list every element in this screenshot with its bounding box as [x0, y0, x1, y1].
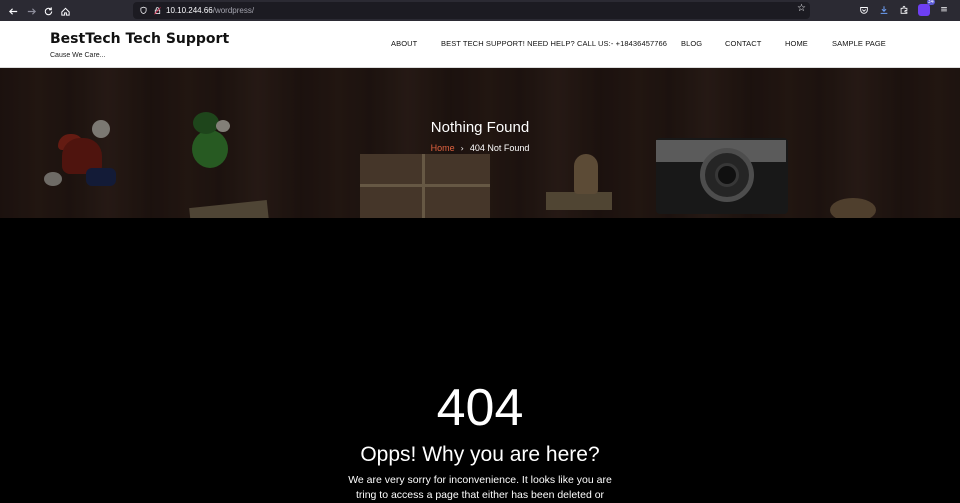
url-host: 10.10.244.66 [166, 6, 213, 15]
address-bar[interactable]: 10.10.244.66/wordpress/ ☆ [133, 2, 810, 19]
extensions-icon[interactable] [896, 2, 912, 18]
nav-item-blog[interactable]: BLOG [681, 39, 702, 48]
insecure-lock-icon[interactable] [150, 4, 164, 18]
nav-item-support-phone[interactable]: BEST TECH SUPPORT! NEED HELP? CALL US:- … [441, 39, 667, 48]
page-title: Nothing Found [430, 119, 530, 136]
browser-toolbar: 10.10.244.66/wordpress/ ☆ 34 ≡ [0, 0, 960, 21]
breadcrumb-current: 404 Not Found [469, 143, 530, 153]
error-heading: Opps! Why you are here? [360, 443, 600, 466]
nav-item-home[interactable]: HOME [785, 39, 808, 48]
site-tagline: Cause We Care... [50, 52, 106, 59]
extension-avatar-icon: 34 [918, 0, 935, 16]
breadcrumb: Home › 404 Not Found [0, 143, 960, 153]
chevron-right-icon: › [460, 144, 464, 153]
page-banner: Nothing Found Home › 404 Not Found [0, 68, 960, 218]
breadcrumb-home-link[interactable]: Home [431, 143, 455, 153]
error-code: 404 [436, 379, 524, 437]
toolbar-right: 34 ≡ [856, 0, 952, 18]
url-path: /wordpress/ [212, 6, 255, 15]
forward-button[interactable] [22, 2, 40, 20]
nav-item-contact[interactable]: CONTACT [725, 39, 761, 48]
main-navigation: ABOUT BEST TECH SUPPORT! NEED HELP? CALL… [0, 39, 960, 51]
menu-icon[interactable]: ≡ [936, 2, 952, 18]
home-icon [60, 7, 70, 16]
url-text[interactable]: 10.10.244.66/wordpress/ [166, 6, 254, 15]
back-button[interactable] [4, 2, 22, 20]
site-header: BestTech Tech Support Cause We Care... A… [0, 21, 960, 68]
extension-badge-count: 34 [926, 0, 935, 5]
forward-arrow-icon [27, 7, 36, 15]
bookmark-star-icon[interactable]: ☆ [797, 3, 806, 14]
shield-icon[interactable] [136, 4, 150, 18]
nav-item-sample-page[interactable]: SAMPLE PAGE [832, 39, 886, 48]
reload-button[interactable] [39, 2, 57, 20]
reload-icon [44, 6, 52, 15]
extension-button[interactable]: 34 [916, 0, 935, 18]
error-description: We are very sorry for inconvenience. It … [348, 474, 612, 501]
nav-item-about[interactable]: ABOUT [391, 39, 417, 48]
home-button[interactable] [56, 2, 74, 20]
back-arrow-icon [8, 7, 17, 15]
pocket-icon[interactable] [856, 2, 872, 18]
downloads-icon[interactable] [876, 2, 892, 18]
